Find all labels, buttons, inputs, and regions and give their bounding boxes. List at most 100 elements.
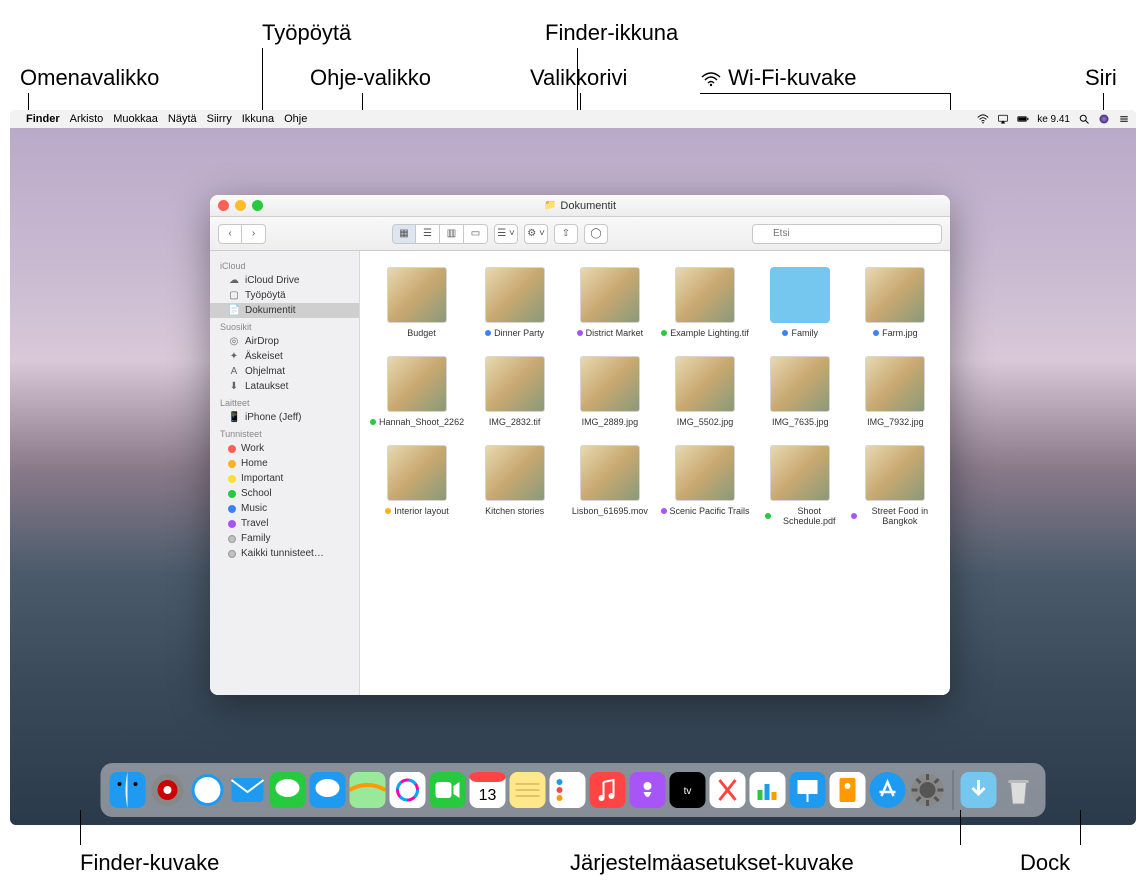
sidebar-item[interactable]: Important xyxy=(210,471,359,486)
sidebar-item[interactable]: Family xyxy=(210,531,359,546)
menubar-clock[interactable]: ke 9.41 xyxy=(1037,114,1070,125)
sidebar-item[interactable]: ⬇ Lataukset xyxy=(210,379,359,394)
file-label: District Market xyxy=(577,328,644,338)
file-item[interactable]: IMG_5502.jpg xyxy=(660,356,749,427)
close-button[interactable] xyxy=(218,200,229,211)
menu-siirry[interactable]: Siirry xyxy=(207,113,232,125)
minimize-button[interactable] xyxy=(235,200,246,211)
file-thumbnail xyxy=(675,356,735,412)
menu-arkisto[interactable]: Arkisto xyxy=(70,113,104,125)
file-item[interactable]: IMG_2832.tif xyxy=(470,356,559,427)
dock-downloads-icon[interactable] xyxy=(960,771,998,809)
action-button[interactable]: ⚙ ˅ xyxy=(524,224,548,244)
sidebar-item-label: iCloud Drive xyxy=(245,275,299,286)
view-gallery-button[interactable]: ▭ xyxy=(464,224,488,244)
dock-launchpad-icon[interactable] xyxy=(149,771,187,809)
dock-facetime-icon[interactable] xyxy=(429,771,467,809)
dock-podcasts-icon[interactable] xyxy=(629,771,667,809)
sidebar-item[interactable]: Music xyxy=(210,501,359,516)
dock-systemprefs-icon[interactable] xyxy=(909,771,947,809)
spotlight-icon[interactable] xyxy=(1078,113,1090,125)
sidebar-item[interactable]: School xyxy=(210,486,359,501)
app-menu[interactable]: Finder xyxy=(26,113,60,125)
file-item[interactable]: Dinner Party xyxy=(470,267,559,338)
sidebar-item[interactable]: Travel xyxy=(210,516,359,531)
dock-safari-icon[interactable] xyxy=(189,771,227,809)
file-label: IMG_2832.tif xyxy=(489,417,541,427)
view-columns-button[interactable]: ▥ xyxy=(440,224,464,244)
sidebar-section-title: Laitteet xyxy=(210,394,359,410)
dock-photos-icon[interactable] xyxy=(389,771,427,809)
tag-dot-icon xyxy=(782,330,788,336)
sidebar-item[interactable]: ☁iCloud Drive xyxy=(210,273,359,288)
file-item[interactable]: Interior layout xyxy=(370,445,464,526)
desktop[interactable]: Finder Arkisto Muokkaa Näytä Siirry Ikku… xyxy=(10,110,1136,825)
file-item[interactable]: Example Lighting.tif xyxy=(660,267,749,338)
zoom-button[interactable] xyxy=(252,200,263,211)
dock-reminders-icon[interactable] xyxy=(549,771,587,809)
file-item[interactable]: Family xyxy=(756,267,845,338)
wifi-icon[interactable] xyxy=(977,113,989,125)
dock-imessage-icon[interactable] xyxy=(309,771,347,809)
file-item[interactable]: District Market xyxy=(565,267,654,338)
file-item[interactable]: IMG_2889.jpg xyxy=(565,356,654,427)
dock-pages-icon[interactable] xyxy=(829,771,867,809)
file-item[interactable]: Hannah_Shoot_2262 xyxy=(370,356,464,427)
dock-notes-icon[interactable] xyxy=(509,771,547,809)
menu-ohje[interactable]: Ohje xyxy=(284,113,307,125)
dock-appstore-icon[interactable] xyxy=(869,771,907,809)
titlebar[interactable]: 📁Dokumentit xyxy=(210,195,950,217)
dock-messages-icon[interactable] xyxy=(269,771,307,809)
menu-muokkaa[interactable]: Muokkaa xyxy=(113,113,158,125)
sidebar-item[interactable]: Kaikki tunnisteet… xyxy=(210,546,359,561)
dock-music-icon[interactable] xyxy=(589,771,627,809)
view-icons-button[interactable]: ▦ xyxy=(392,224,416,244)
dock-tv-icon[interactable]: tv xyxy=(669,771,707,809)
sidebar-item[interactable]: AOhjelmat xyxy=(210,364,359,379)
forward-button[interactable]: › xyxy=(242,224,266,244)
dock-numbers-icon[interactable] xyxy=(749,771,787,809)
sidebar-item[interactable]: Work xyxy=(210,441,359,456)
file-thumbnail xyxy=(485,445,545,501)
share-button[interactable]: ⇧ xyxy=(554,224,578,244)
sidebar-item[interactable]: 📱iPhone (Jeff) xyxy=(210,410,359,425)
sidebar-item[interactable]: ▢Työpöytä xyxy=(210,288,359,303)
dock-maps-icon[interactable] xyxy=(349,771,387,809)
notification-center-icon[interactable] xyxy=(1118,113,1130,125)
battery-icon[interactable] xyxy=(1017,113,1029,125)
airplay-icon[interactable] xyxy=(997,113,1009,125)
dock-keynote-icon[interactable] xyxy=(789,771,827,809)
menu-nayta[interactable]: Näytä xyxy=(168,113,197,125)
file-item[interactable]: IMG_7635.jpg xyxy=(756,356,845,427)
menu-ikkuna[interactable]: Ikkuna xyxy=(242,113,274,125)
search-input[interactable] xyxy=(752,224,942,244)
sidebar-item-icon: ⬇ xyxy=(228,381,240,392)
dock-trash-icon[interactable] xyxy=(1000,771,1038,809)
sidebar-item[interactable]: 📄Dokumentit xyxy=(210,303,359,318)
file-item[interactable]: Budget xyxy=(370,267,464,338)
file-thumbnail xyxy=(865,445,925,501)
file-item[interactable]: Scenic Pacific Trails xyxy=(660,445,749,526)
dock-finder-icon[interactable] xyxy=(109,771,147,809)
dock-calendar-icon[interactable]: 13 xyxy=(469,771,507,809)
wifi-icon xyxy=(700,71,722,87)
tags-button[interactable]: ◯ xyxy=(584,224,608,244)
file-item[interactable]: Street Food in Bangkok xyxy=(851,445,940,526)
sidebar-item[interactable]: ✦Äskeiset xyxy=(210,349,359,364)
view-list-button[interactable]: ☰ xyxy=(416,224,440,244)
finder-window: 📁Dokumentit ‹ › ▦ ☰ ▥ ▭ ☰ ˅ ⚙ ˅ ⇧ ◯ 🔍 iC… xyxy=(210,195,950,695)
sidebar-item[interactable]: Home xyxy=(210,456,359,471)
sidebar-item-label: Lataukset xyxy=(245,381,288,392)
file-item[interactable]: IMG_7932.jpg xyxy=(851,356,940,427)
back-button[interactable]: ‹ xyxy=(218,224,242,244)
sidebar-item[interactable]: ◎AirDrop xyxy=(210,334,359,349)
siri-icon[interactable] xyxy=(1098,113,1110,125)
file-item[interactable]: Kitchen stories xyxy=(470,445,559,526)
group-by-button[interactable]: ☰ ˅ xyxy=(494,224,518,244)
file-item[interactable]: Shoot Schedule.pdf xyxy=(756,445,845,526)
dock-news-icon[interactable] xyxy=(709,771,747,809)
file-item[interactable]: Lisbon_61695.mov xyxy=(565,445,654,526)
dock-mail-icon[interactable] xyxy=(229,771,267,809)
folder-icon: 📁 xyxy=(544,200,556,211)
file-item[interactable]: Farm.jpg xyxy=(851,267,940,338)
